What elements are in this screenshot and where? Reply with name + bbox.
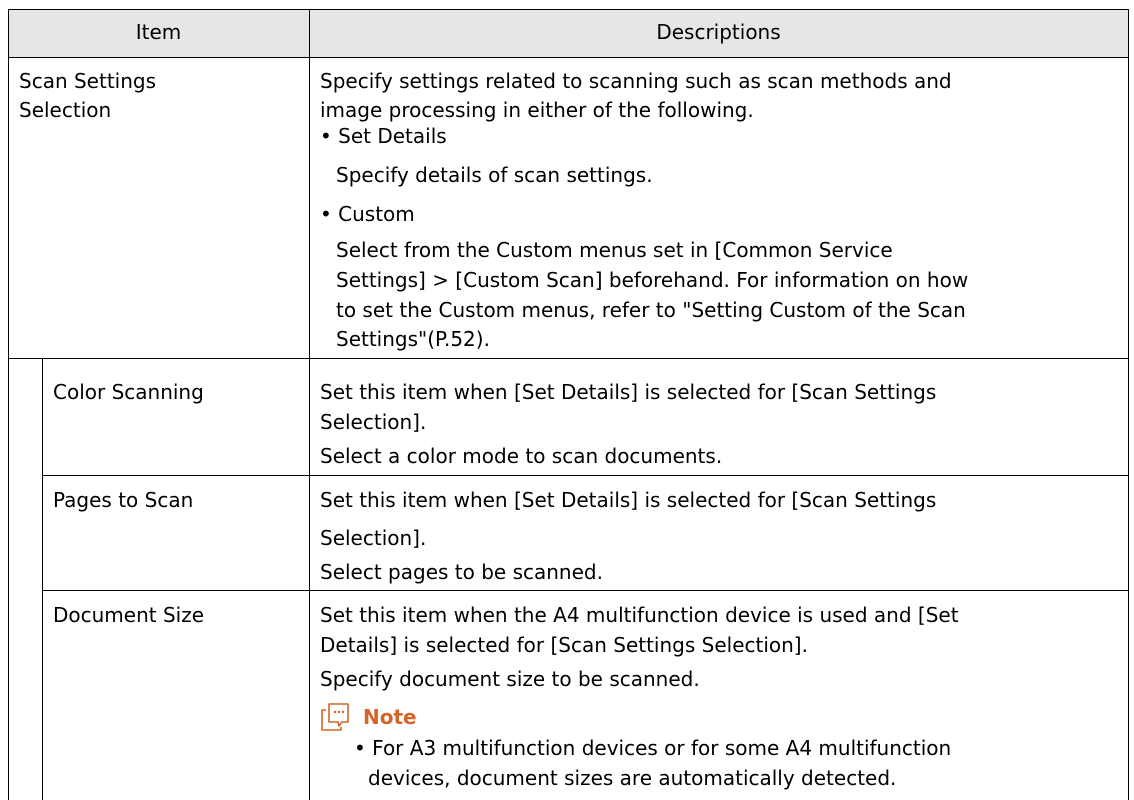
option-set-details: • Set Details <box>320 124 447 148</box>
table-top-border <box>8 9 1129 10</box>
description-line: image processing in either of the follow… <box>320 98 754 122</box>
option-description-line: Settings"(P.52). <box>336 327 490 351</box>
description-line: Specify document size to be scanned. <box>320 667 700 691</box>
description-line: Set this item when the A4 multifunction … <box>320 603 959 627</box>
table-left-border <box>8 9 9 800</box>
note-line: • For A3 multifunction devices or for so… <box>354 736 952 760</box>
note-line: devices, document sizes are automaticall… <box>368 766 897 790</box>
item-label-line: Scan Settings <box>19 69 157 93</box>
description-line: Specify settings related to scanning suc… <box>320 69 952 93</box>
item-label-line: Selection <box>19 98 112 122</box>
note-icon <box>320 702 350 732</box>
option-custom: • Custom <box>320 202 415 226</box>
column-divider <box>309 9 310 800</box>
row3-bottom-border <box>42 590 1129 591</box>
row2-bottom-border <box>42 475 1129 476</box>
option-description-line: Specify details of scan settings. <box>336 163 653 187</box>
description-line: Select a color mode to scan documents. <box>320 444 723 468</box>
item-label: Pages to Scan <box>53 488 194 512</box>
description-line: Set this item when [Set Details] is sele… <box>320 380 937 404</box>
description-line: Details] is selected for [Scan Settings … <box>320 633 808 657</box>
option-description-line: Select from the Custom menus set in [Com… <box>336 238 893 262</box>
item-label: Document Size <box>53 603 205 627</box>
subitem-left-border <box>42 358 43 800</box>
note-label: Note <box>363 705 417 729</box>
header-item: Item <box>135 20 182 44</box>
header-descriptions: Descriptions <box>656 20 781 44</box>
item-label: Color Scanning <box>53 380 204 404</box>
description-line: Select pages to be scanned. <box>320 560 603 584</box>
option-description-line: to set the Custom menus, refer to "Setti… <box>336 298 966 322</box>
description-line: Selection]. <box>320 410 427 434</box>
description-line: Set this item when [Set Details] is sele… <box>320 488 937 512</box>
row1-bottom-border <box>8 358 1129 359</box>
table-right-border <box>1128 9 1129 800</box>
option-description-line: Settings] > [Custom Scan] beforehand. Fo… <box>336 268 969 292</box>
description-line: Selection]. <box>320 526 427 550</box>
header-bottom-border <box>8 57 1129 58</box>
